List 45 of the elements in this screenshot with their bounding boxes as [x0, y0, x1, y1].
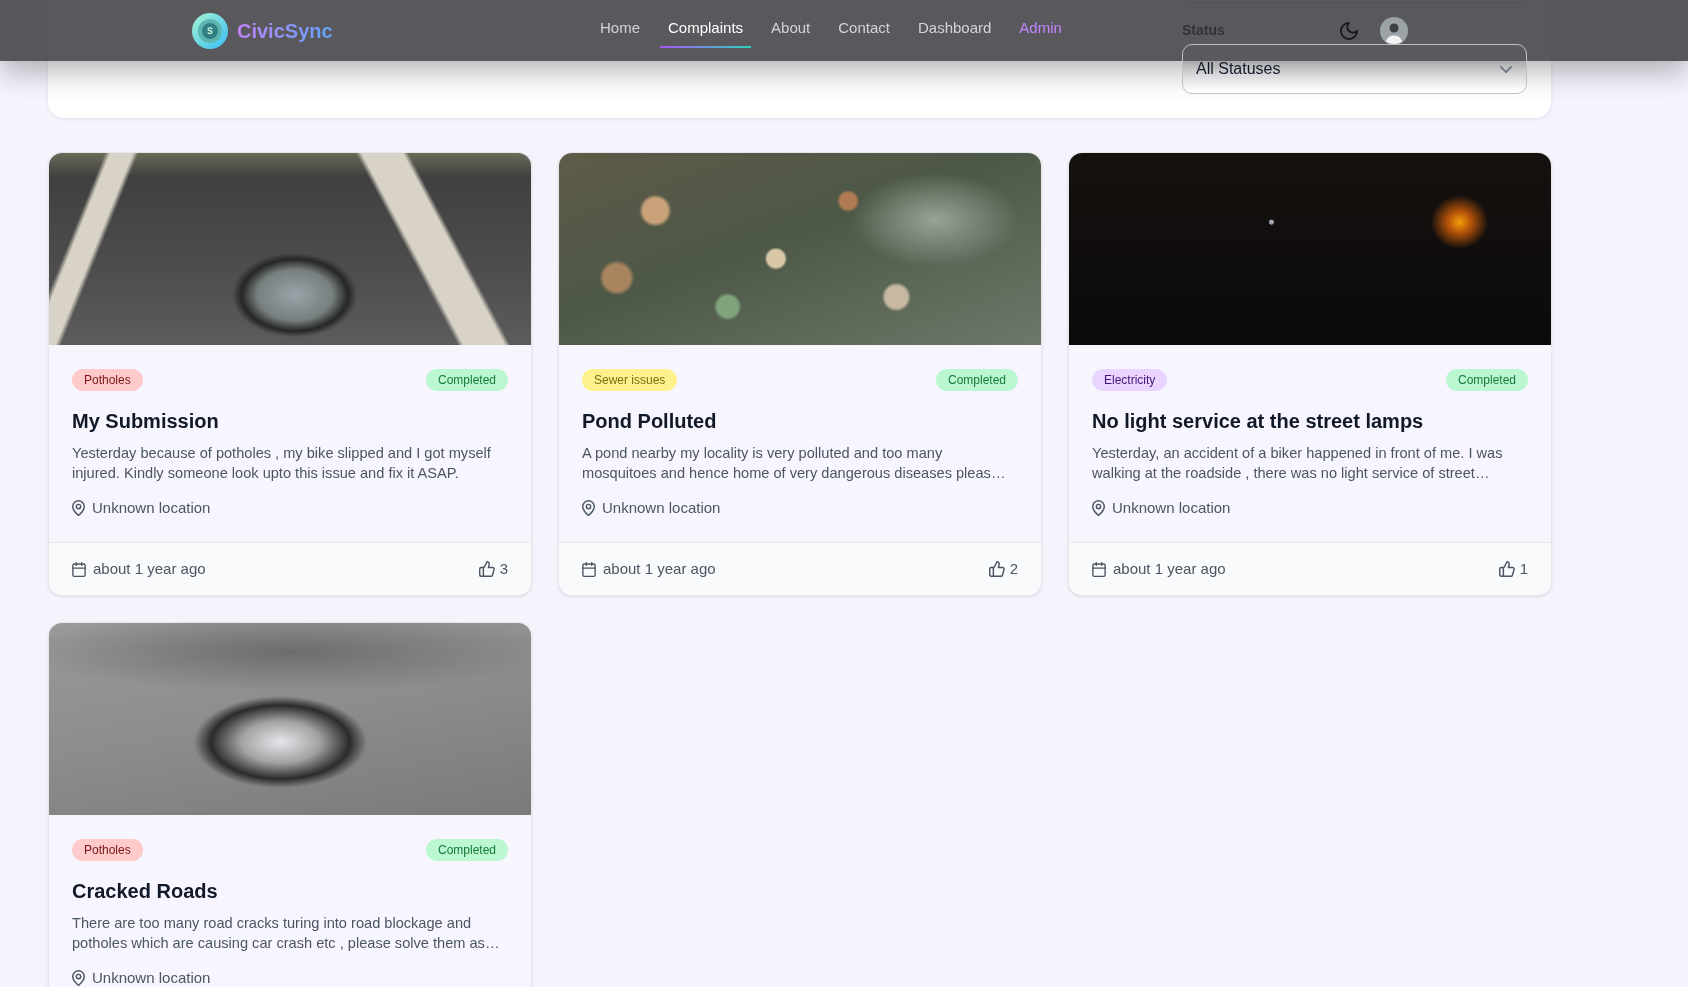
category-badge: Potholes	[72, 369, 143, 391]
map-pin-icon	[72, 500, 85, 516]
logo-icon	[192, 12, 228, 49]
chevron-down-icon	[1500, 65, 1512, 73]
upvote-button[interactable]: 1	[1498, 559, 1528, 579]
location-text: Unknown location	[1112, 498, 1231, 518]
thumbs-up-icon	[478, 561, 495, 577]
location-text: Unknown location	[92, 498, 211, 518]
nav-link[interactable]: About	[763, 8, 819, 48]
nav-link[interactable]: Home	[592, 8, 648, 48]
moon-icon	[1340, 21, 1358, 40]
status-badge: Completed	[425, 839, 508, 861]
category-badge: Sewer issues	[582, 369, 678, 391]
avatar-icon[interactable]	[1380, 16, 1408, 45]
status-badge: Completed	[425, 369, 508, 391]
thumbs-up-icon	[1498, 561, 1515, 577]
complaint-title: No light service at the street lamps	[1092, 409, 1425, 434]
complaint-title: My Submission	[72, 409, 220, 434]
complaint-description: A pond nearby my locality is very polluted and too many mosquitoes and hence home of very dangerous diseases pleas…	[582, 444, 1007, 483]
date-text: about 1 year ago	[93, 559, 206, 579]
upvote-button[interactable]: 2	[988, 559, 1018, 579]
date-text: about 1 year ago	[1113, 559, 1226, 579]
complaint-description: There are too many road cracks turing into road blockage and potholes which are causing car crash etc , please solve them as…	[72, 914, 501, 953]
location-text: Unknown location	[92, 968, 211, 987]
thumbs-up-icon	[988, 561, 1005, 577]
category-badge: Potholes	[72, 839, 143, 861]
nav-link[interactable]: Contact	[830, 8, 898, 48]
complaint-title: Cracked Roads	[72, 879, 219, 904]
complaint-description: Yesterday because of potholes , my bike slipped and I got myself injured. Kindly someone look upto this issue and fix it ASAP.	[72, 444, 492, 483]
upvote-button[interactable]: 3	[478, 559, 508, 579]
date-text: about 1 year ago	[603, 559, 716, 579]
complaint-title: Pond Polluted	[582, 409, 718, 434]
calendar-icon	[1092, 561, 1106, 577]
calendar-icon	[582, 561, 596, 577]
status-badge: Completed	[1445, 369, 1528, 391]
status-select[interactable]: All Statuses	[1182, 44, 1527, 94]
map-pin-icon	[1092, 500, 1105, 516]
complaint-description: Yesterday, an accident of a biker happened in front of me. I was walking at the roadside , there was no light service of street…	[1092, 444, 1504, 483]
status-badge: Completed	[935, 369, 1018, 391]
location-text: Unknown location	[602, 498, 721, 518]
nav-link[interactable]: Dashboard	[909, 8, 1000, 48]
map-pin-icon	[72, 970, 85, 986]
calendar-icon	[72, 561, 86, 577]
map-pin-icon	[582, 500, 595, 516]
category-badge: Electricity	[1092, 369, 1168, 391]
